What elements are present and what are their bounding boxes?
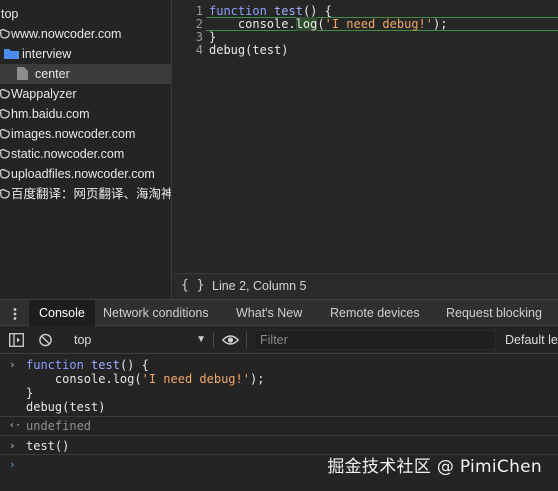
input-echo-chevron-icon: ›: [9, 439, 16, 452]
tree-item-domain[interactable]: Wappalyzer: [0, 84, 171, 104]
code-token: );: [249, 372, 265, 386]
tree-item-folder[interactable]: interview: [0, 44, 171, 64]
console-code-line: debug(test): [26, 400, 106, 414]
console-result-value: undefined: [26, 419, 92, 433]
code-token: console.log(: [54, 372, 142, 386]
sources-panel: top www.nowcoder.com interview center Wa…: [0, 0, 558, 299]
drawer-tab-bar: Console Network conditions What's New Re…: [0, 299, 558, 326]
function-name-token: test: [274, 4, 303, 18]
tree-item-domain[interactable]: www.nowcoder.com: [0, 24, 171, 44]
tree-item-domain[interactable]: hm.baidu.com: [0, 104, 171, 124]
keyword-token: function: [209, 4, 267, 18]
dropdown-arrow-icon: ▼: [196, 334, 206, 345]
string-token: 'I need debug!': [324, 17, 433, 31]
tree-item-label: 百度翻译：网页翻译、海淘神器: [11, 187, 172, 201]
tab-request-blocking[interactable]: Request blocking: [446, 300, 542, 326]
input-echo-chevron-icon: ›: [9, 358, 16, 371]
active-code-line: console.log('I need debug!');: [206, 17, 558, 31]
toolbar-divider: [246, 332, 247, 348]
tab-remote-devices[interactable]: Remote devices: [330, 300, 420, 326]
code-line: debug(test): [209, 43, 289, 57]
tree-item-file[interactable]: center: [0, 64, 171, 84]
clear-console-icon[interactable]: [38, 333, 53, 347]
tree-item-label: static.nowcoder.com: [11, 147, 125, 161]
tree-item-extension[interactable]: 百度翻译：网页翻译、海淘神器: [0, 184, 172, 204]
tree-item-label: top: [1, 7, 19, 21]
page-tree: top www.nowcoder.com interview center Wa…: [0, 0, 172, 299]
context-value: top: [74, 333, 92, 347]
tree-item-domain[interactable]: images.nowcoder.com: [0, 124, 171, 144]
line-number: 4: [195, 43, 203, 57]
cloud-icon: [0, 28, 10, 39]
message-divider: [0, 416, 558, 417]
more-tools-icon[interactable]: [8, 307, 22, 321]
cloud-icon: [0, 128, 10, 139]
tree-item-label: interview: [22, 47, 72, 61]
console-code-line: test(): [26, 439, 70, 453]
code-token: console.: [237, 17, 296, 31]
prompt-chevron-icon: ›: [9, 458, 16, 471]
tree-item-label: images.nowcoder.com: [11, 127, 136, 141]
console-toolbar: top ▼ Default lev: [0, 326, 558, 354]
tree-item-label: Wappalyzer: [11, 87, 77, 101]
file-icon: [17, 67, 28, 80]
code-token: log: [295, 17, 318, 31]
cloud-icon: [0, 188, 10, 199]
cloud-icon: [0, 148, 10, 159]
code-token: );: [433, 17, 448, 31]
message-divider: [0, 435, 558, 436]
live-expression-eye-icon[interactable]: [222, 333, 239, 347]
code-token: (: [317, 17, 325, 31]
tree-item-label: center: [35, 67, 70, 81]
context-select[interactable]: top ▼: [66, 330, 210, 350]
tree-item-label: hm.baidu.com: [11, 107, 90, 121]
tree-item-domain[interactable]: uploadfiles.nowcoder.com: [0, 164, 171, 184]
string-token: 'I need debug!': [141, 372, 250, 386]
editor-status-bar: { } Line 2, Column 5: [173, 273, 558, 299]
keyword-token: function: [26, 358, 84, 372]
function-name-token: test: [91, 358, 120, 372]
console-code-line: }: [26, 386, 34, 400]
filter-input[interactable]: [254, 330, 496, 350]
log-levels-dropdown[interactable]: Default lev: [505, 330, 558, 350]
watermark: 掘金技术社区 @ PimiChen: [327, 457, 542, 477]
toolbar-divider: [213, 332, 214, 348]
tab-console[interactable]: Console: [29, 300, 95, 326]
cloud-icon: [0, 168, 10, 179]
sidebar-toggle-icon[interactable]: [9, 333, 24, 347]
folder-icon: [4, 49, 19, 59]
code-editor[interactable]: 1 2 3 4 function test() { console.log('I…: [173, 0, 558, 273]
console-code-line: console.log('I need debug!');: [26, 372, 265, 386]
cloud-icon: [0, 88, 10, 99]
tree-item-label: uploadfiles.nowcoder.com: [11, 167, 155, 181]
console-code-line: function test() {: [26, 358, 149, 372]
tab-network-conditions[interactable]: Network conditions: [103, 300, 209, 326]
tree-item-domain[interactable]: static.nowcoder.com: [0, 144, 171, 164]
cursor-position: Line 2, Column 5: [212, 279, 307, 293]
tab-whats-new[interactable]: What's New: [236, 300, 302, 326]
pretty-print-icon[interactable]: { }: [181, 274, 204, 298]
tree-item-label: www.nowcoder.com: [11, 27, 122, 41]
result-arrow-icon: ‹·: [9, 420, 22, 431]
code-token: () {: [302, 4, 332, 18]
cloud-icon: [0, 108, 10, 119]
tree-item-top[interactable]: top: [0, 4, 171, 24]
